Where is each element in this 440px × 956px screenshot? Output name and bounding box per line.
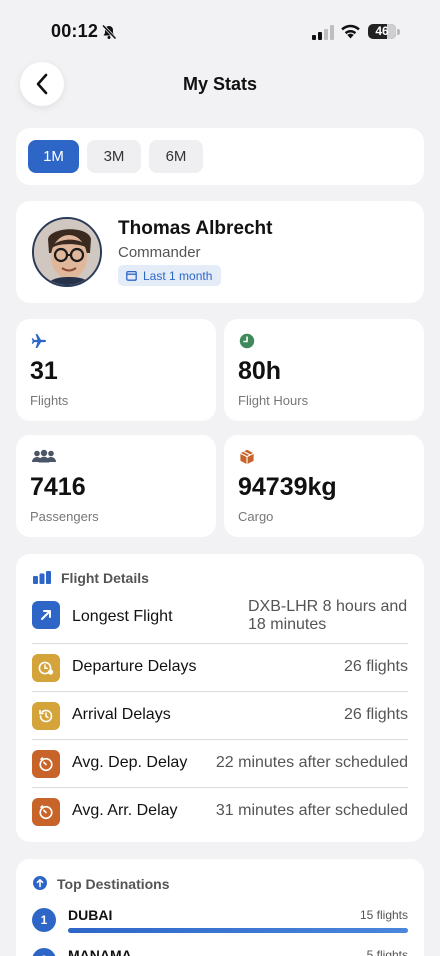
stat-label: Flights xyxy=(30,393,69,408)
detail-row-longest-flight: Longest Flight DXB-LHR 8 hours and 18 mi… xyxy=(32,592,408,644)
destination-count: 15 flights xyxy=(359,908,408,922)
people-icon xyxy=(32,449,56,463)
calendar-icon xyxy=(126,270,137,281)
period-3m-button[interactable]: 3M xyxy=(87,140,141,173)
bar-chart-icon xyxy=(33,571,51,584)
destination-item[interactable]: 2 MANAMA 5 flights xyxy=(32,947,408,956)
history-icon xyxy=(32,702,60,730)
stat-value: 80h xyxy=(238,357,282,385)
detail-row-avg-arr-delay: Avg. Arr. Delay 31 minutes after schedul… xyxy=(32,788,408,836)
stat-value: 31 xyxy=(30,357,58,385)
detail-row-arrival-delays: Arrival Delays 26 flights xyxy=(32,692,408,740)
page-title: My Stats xyxy=(182,74,258,94)
detail-row-avg-dep-delay: Avg. Dep. Delay 22 minutes after schedul… xyxy=(32,740,408,788)
destination-name: MANAMA xyxy=(68,947,132,956)
detail-label: Arrival Delays xyxy=(72,706,171,723)
detail-label: Avg. Arr. Delay xyxy=(72,802,178,819)
detail-value: 22 minutes after scheduled xyxy=(215,754,408,771)
status-time: 00:12 xyxy=(51,21,99,41)
wifi-icon xyxy=(341,24,360,39)
stat-card-flight-hours: 80h Flight Hours xyxy=(224,319,424,421)
detail-value: 26 flights xyxy=(343,658,408,675)
stat-value: 94739kg xyxy=(238,473,337,501)
flight-details-card: Flight Details Longest Flight DXB-LHR 8 … xyxy=(16,554,424,842)
profile-rank: Commander xyxy=(118,244,201,261)
clock-alert-icon xyxy=(32,654,60,682)
detail-label: Departure Delays xyxy=(72,658,197,675)
detail-row-departure-delays: Departure Delays 26 flights xyxy=(32,644,408,692)
profile-card: Thomas Albrecht Commander Last 1 month xyxy=(16,201,424,303)
plane-icon xyxy=(31,334,46,348)
period-1m-button[interactable]: 1M xyxy=(28,140,79,173)
destination-rank: 1 xyxy=(32,908,56,932)
arrow-up-right-icon xyxy=(32,601,60,629)
destination-bar xyxy=(68,928,408,933)
period-selector: 1M 3M 6M xyxy=(16,128,424,185)
signal-icon xyxy=(312,25,334,40)
profile-name: Thomas Albrecht xyxy=(118,218,273,239)
stat-card-flights: 31 Flights xyxy=(16,319,216,421)
period-badge: Last 1 month xyxy=(118,265,222,286)
period-badge-label: Last 1 month xyxy=(143,268,213,283)
arrow-up-circle-icon xyxy=(33,876,47,890)
detail-value: 26 flights xyxy=(343,706,408,723)
status-bar: 00:12 46 xyxy=(0,0,440,62)
box-icon xyxy=(240,449,254,465)
clock-icon xyxy=(239,333,255,349)
detail-value: DXB-LHR 8 hours and 18 minutes xyxy=(248,598,408,633)
destination-count: 5 flights xyxy=(366,948,408,956)
destination-rank: 2 xyxy=(32,948,56,956)
stat-label: Cargo xyxy=(238,509,274,524)
timer-icon xyxy=(32,750,60,778)
stat-card-cargo: 94739kg Cargo xyxy=(224,435,424,537)
bell-muted-icon xyxy=(101,24,117,40)
timer-icon xyxy=(32,798,60,826)
destination-name: DUBAI xyxy=(68,907,113,923)
destination-item[interactable]: 1 DUBAI 15 flights xyxy=(32,907,408,937)
detail-label: Longest Flight xyxy=(72,608,173,625)
battery-level: 46 xyxy=(375,24,389,38)
period-6m-button[interactable]: 6M xyxy=(149,140,203,173)
top-destinations-title: Top Destinations xyxy=(57,876,170,892)
top-destinations-card: Top Destinations 1 DUBAI 15 flights 2 MA… xyxy=(16,859,424,956)
battery-icon: 46 xyxy=(368,24,400,39)
stat-card-passengers: 7416 Passengers xyxy=(16,435,216,537)
detail-value: 31 minutes after scheduled xyxy=(215,802,408,819)
stat-value: 7416 xyxy=(30,473,86,501)
avatar xyxy=(32,217,102,287)
detail-label: Avg. Dep. Delay xyxy=(72,754,188,771)
stat-label: Flight Hours xyxy=(238,393,309,408)
stat-label: Passengers xyxy=(30,509,99,524)
flight-details-title: Flight Details xyxy=(61,570,149,586)
